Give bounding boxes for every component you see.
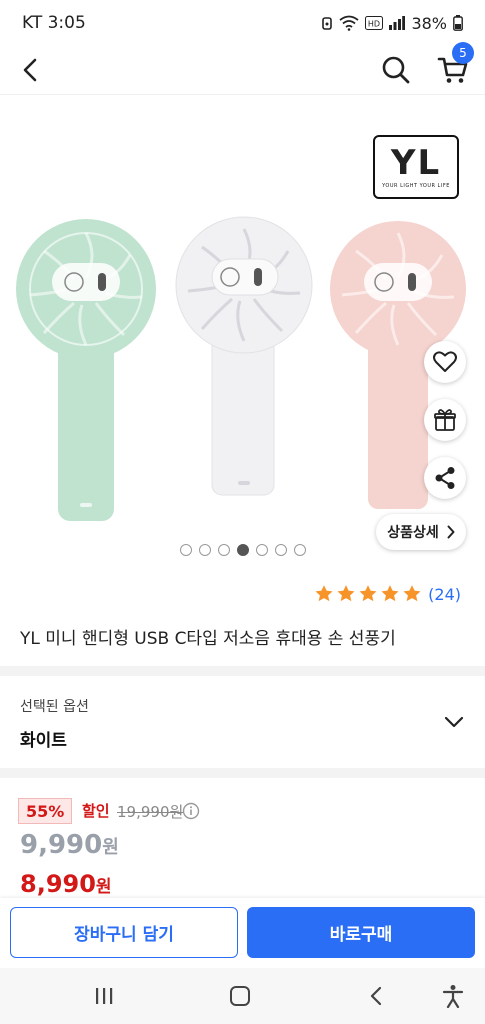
pagination-dot[interactable] — [199, 544, 211, 556]
pagination-dot[interactable] — [218, 544, 230, 556]
sale-price-currency: 원 — [102, 837, 119, 858]
share-icon — [435, 467, 455, 489]
search-icon — [382, 56, 410, 84]
chevron-down-icon — [444, 716, 464, 728]
review-count: (24) — [428, 584, 461, 604]
pagination-dot[interactable] — [237, 544, 249, 556]
product-detail-button[interactable]: 상품상세 — [376, 514, 466, 550]
option-value: 화이트 — [20, 731, 67, 751]
app-header: 5 — [0, 42, 485, 94]
accessibility-icon — [442, 985, 464, 1008]
star-icon — [359, 585, 377, 602]
home-button[interactable] — [226, 982, 254, 1010]
back-arrow-icon — [370, 986, 382, 1006]
accessibility-button[interactable] — [439, 982, 467, 1010]
status-icons: HD 38% — [321, 14, 463, 33]
pagination-dot[interactable] — [294, 544, 306, 556]
product-image-gallery[interactable]: YL YOUR LIGHT YOUR LIFE 상품상세 — [0, 95, 485, 575]
status-bar: KT 3:05 HD 38% — [0, 0, 485, 46]
heart-icon — [433, 351, 457, 372]
pagination-dot[interactable] — [256, 544, 268, 556]
product-title: YL 미니 핸디형 USB C타입 저소음 휴대용 손 선풍기 — [20, 629, 396, 649]
alarm-icon — [322, 17, 333, 30]
star-icon — [315, 585, 333, 602]
option-label: 선택된 옵션 — [20, 699, 89, 715]
chevron-left-icon — [23, 58, 37, 82]
system-back-button[interactable] — [362, 982, 390, 1010]
home-icon — [230, 986, 250, 1006]
system-navigation-bar — [0, 968, 485, 1024]
cart-button[interactable]: 5 — [430, 42, 476, 94]
hd-icon: HD — [365, 16, 384, 30]
discount-rate-badge: 55% — [18, 798, 73, 824]
pagination-dot[interactable] — [275, 544, 287, 556]
add-to-cart-button[interactable]: 장바구니 담기 — [10, 907, 238, 958]
info-icon[interactable] — [182, 802, 200, 820]
svg-text:HD: HD — [368, 20, 380, 29]
battery-icon — [453, 15, 463, 31]
option-selector[interactable]: 선택된 옵션 화이트 — [0, 676, 485, 768]
buy-now-button[interactable]: 바로구매 — [247, 907, 475, 958]
final-price-currency: 원 — [95, 877, 112, 897]
final-price-amount: 8,990 — [20, 870, 96, 898]
product-fan-mint — [16, 219, 156, 521]
status-carrier-time: KT 3:05 — [22, 13, 86, 33]
chevron-right-icon — [447, 525, 455, 539]
battery-percent: 38% — [411, 13, 447, 33]
share-button[interactable] — [424, 457, 466, 499]
discount-label: 할인 — [82, 802, 110, 820]
sale-price: 9,990원 — [20, 830, 119, 860]
gift-button[interactable] — [424, 399, 466, 441]
brand-logo-mark: YL — [390, 143, 442, 183]
signal-icon — [389, 16, 406, 30]
recent-apps-icon — [96, 988, 113, 1004]
search-button[interactable] — [374, 46, 418, 94]
cart-count-badge: 5 — [452, 42, 474, 64]
gallery-pagination — [180, 544, 306, 556]
original-price: 19,990원 — [117, 803, 184, 821]
recent-apps-button[interactable] — [90, 982, 118, 1010]
section-divider — [0, 768, 485, 778]
pagination-dot[interactable] — [180, 544, 192, 556]
sale-price-amount: 9,990 — [20, 830, 103, 860]
back-button[interactable] — [10, 46, 50, 94]
wifi-icon — [339, 15, 359, 31]
star-icon — [337, 585, 355, 602]
purchase-action-bar: 장바구니 담기 바로구매 — [0, 898, 485, 968]
wishlist-button[interactable] — [424, 341, 466, 383]
product-rating[interactable]: (24) — [314, 584, 461, 604]
price-panel: 55% 할인 19,990원 9,990원 8,990원 — [0, 778, 485, 898]
star-icon — [381, 585, 399, 602]
star-rating — [314, 584, 422, 604]
section-divider — [0, 666, 485, 676]
final-price: 8,990원 — [20, 870, 112, 898]
star-icon — [403, 585, 421, 602]
gift-icon — [434, 409, 456, 431]
product-fan-white — [175, 216, 313, 496]
product-detail-label: 상품상세 — [387, 525, 439, 541]
brand-logo-tagline: YOUR LIGHT YOUR LIFE — [382, 183, 450, 189]
brand-logo: YL YOUR LIGHT YOUR LIFE — [373, 135, 459, 199]
